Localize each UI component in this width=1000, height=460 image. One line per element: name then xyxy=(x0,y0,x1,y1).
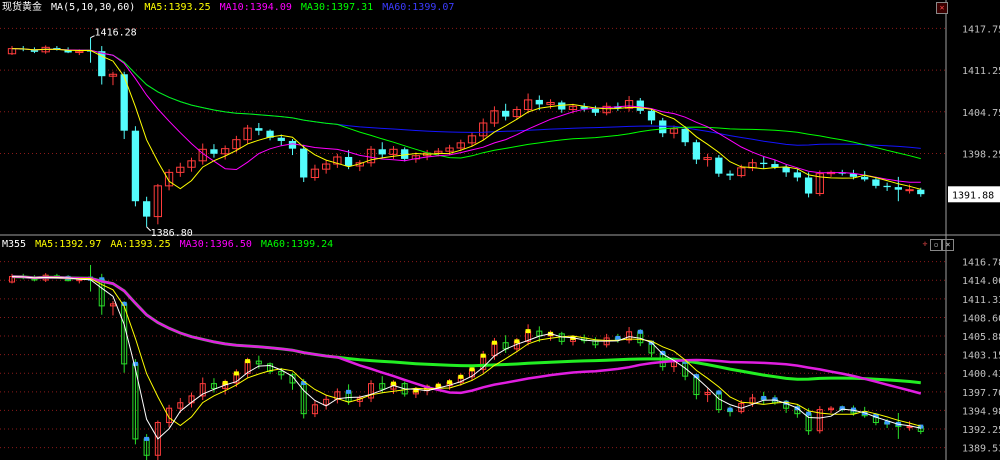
m-trend-up-mark xyxy=(245,359,251,364)
m-trend-down-mark xyxy=(615,335,621,340)
extreme-markers: 1416.281386.80 xyxy=(90,28,193,239)
bottom-tick-label: 1416.78 xyxy=(962,258,1000,269)
close-panel-icon[interactable]: ✕ xyxy=(936,2,948,14)
m-trend-up-mark xyxy=(458,374,464,379)
m-bar-body xyxy=(906,426,913,429)
candle-body-down xyxy=(636,100,644,111)
candle-body-down xyxy=(715,157,723,174)
m-trend-up-mark xyxy=(491,340,497,345)
ma10-line xyxy=(11,48,921,183)
m-trend-down-mark xyxy=(144,436,150,441)
ma5-value: MA5:1393.25 xyxy=(144,2,211,13)
bottom-tick-label: 1400.43 xyxy=(962,369,1000,380)
symbol-name[interactable]: 现货黄金 xyxy=(2,2,42,13)
bottom-panel-bars xyxy=(8,264,924,460)
m-trend-up-mark xyxy=(480,353,486,358)
ma10-value: MA10:1394.09 xyxy=(219,2,292,13)
bottom-panel-header: M355 MA5:1392.97 AA:1393.25 MA30:1396.50… xyxy=(2,238,336,252)
m-ma30-value: MA30:1396.50 xyxy=(179,239,252,250)
chart-canvas: 1417.75 1411.25 1404.75 1398.25 1416.78 1414.… xyxy=(0,0,1000,460)
candle-body-down xyxy=(288,140,297,149)
candle-body-down xyxy=(782,167,790,173)
candle-body-down xyxy=(771,164,779,168)
restore-panel-icon[interactable]: ▫ xyxy=(930,239,942,251)
m-trend-up-mark xyxy=(469,367,475,372)
candle-body-down xyxy=(692,142,701,160)
close-indicator-icon[interactable]: × xyxy=(942,239,954,251)
candle-body-down xyxy=(131,130,140,202)
indicator-name[interactable]: M355 xyxy=(2,239,26,250)
m-trend-down-mark xyxy=(346,389,352,394)
bottom-tick-label: 1389.53 xyxy=(962,444,1000,455)
m-trend-down-mark xyxy=(761,395,767,400)
top-tick-label: 1417.75 xyxy=(962,24,1000,35)
bottom-tick-label: 1408.60 xyxy=(962,313,1000,324)
candle-body-down xyxy=(917,189,925,195)
crosshair-icon[interactable]: ✛ xyxy=(920,239,930,249)
top-panel-header: 现货黄金 MA(5,10,30,60) MA5:1393.25 MA10:139… xyxy=(2,1,457,15)
candle-body-down xyxy=(793,172,802,178)
m-trend-up-mark xyxy=(447,380,453,385)
bottom-tick-label: 1397.70 xyxy=(962,388,1000,399)
m-trend-down-mark xyxy=(716,390,722,395)
m-ma60-value: MA60:1399.24 xyxy=(260,239,334,250)
bottom-panel-lines xyxy=(11,275,922,440)
top-panel-grid xyxy=(0,27,946,154)
candle-body-down xyxy=(760,162,768,165)
m-aa-value: AA:1393.25 xyxy=(110,239,171,250)
m-aa-line xyxy=(11,276,921,440)
high-marker-label: 1416.28 xyxy=(95,28,137,39)
candle-body-down xyxy=(894,187,902,190)
m-ma30-line xyxy=(11,275,922,395)
candle-body-down xyxy=(502,110,510,117)
candle-body-down xyxy=(591,108,600,113)
m-trend-down-mark xyxy=(806,411,812,416)
bottom-tick-label: 1392.25 xyxy=(962,425,1000,436)
candle-body-down xyxy=(277,137,285,141)
bottom-tick-label: 1403.15 xyxy=(962,351,1000,362)
m-trend-up-mark xyxy=(233,371,239,376)
m-trend-up-mark xyxy=(525,329,531,334)
candle-body-down xyxy=(535,99,543,105)
last-price-label: 1391.88 xyxy=(952,190,994,201)
ma60-value: MA60:1399.07 xyxy=(382,2,455,13)
m-trend-up-mark xyxy=(514,339,520,344)
ma60-line xyxy=(11,48,921,149)
candle-body-down xyxy=(659,120,667,134)
candle-body-down xyxy=(210,149,218,154)
bottom-tick-label: 1394.98 xyxy=(962,406,1000,417)
m-ma60-line xyxy=(11,275,921,385)
candle-body-down xyxy=(344,156,353,166)
candle-body-down xyxy=(883,185,891,188)
m-trend-down-mark xyxy=(637,329,643,334)
bottom-panel-grid xyxy=(0,261,946,449)
top-tick-label: 1398.25 xyxy=(962,149,1000,160)
candle-body-down xyxy=(681,128,689,143)
ma30-value: MA30:1397.31 xyxy=(300,2,374,13)
m-ma5-value: MA5:1392.97 xyxy=(35,239,102,250)
bottom-tick-label: 1414.06 xyxy=(962,276,1000,287)
candle-body-down xyxy=(300,148,308,178)
bottom-tick-label: 1411.33 xyxy=(962,295,1000,306)
candle-body-up xyxy=(905,189,914,192)
candle-body-down xyxy=(647,110,656,121)
candle-body-down xyxy=(142,201,151,217)
candle-body-down xyxy=(804,177,813,194)
candle-body-down xyxy=(872,179,880,186)
m-trend-down-mark xyxy=(727,407,733,412)
top-tick-label: 1411.25 xyxy=(962,66,1000,77)
bottom-tick-label: 1405.88 xyxy=(962,332,1000,343)
candle-body-down xyxy=(726,173,734,176)
candle-body-down xyxy=(861,176,869,180)
candle-body-down xyxy=(378,149,386,155)
ma-params: MA(5,10,30,60) xyxy=(51,2,136,13)
top-tick-label: 1404.75 xyxy=(962,108,1000,119)
candle-body-down xyxy=(255,128,263,131)
